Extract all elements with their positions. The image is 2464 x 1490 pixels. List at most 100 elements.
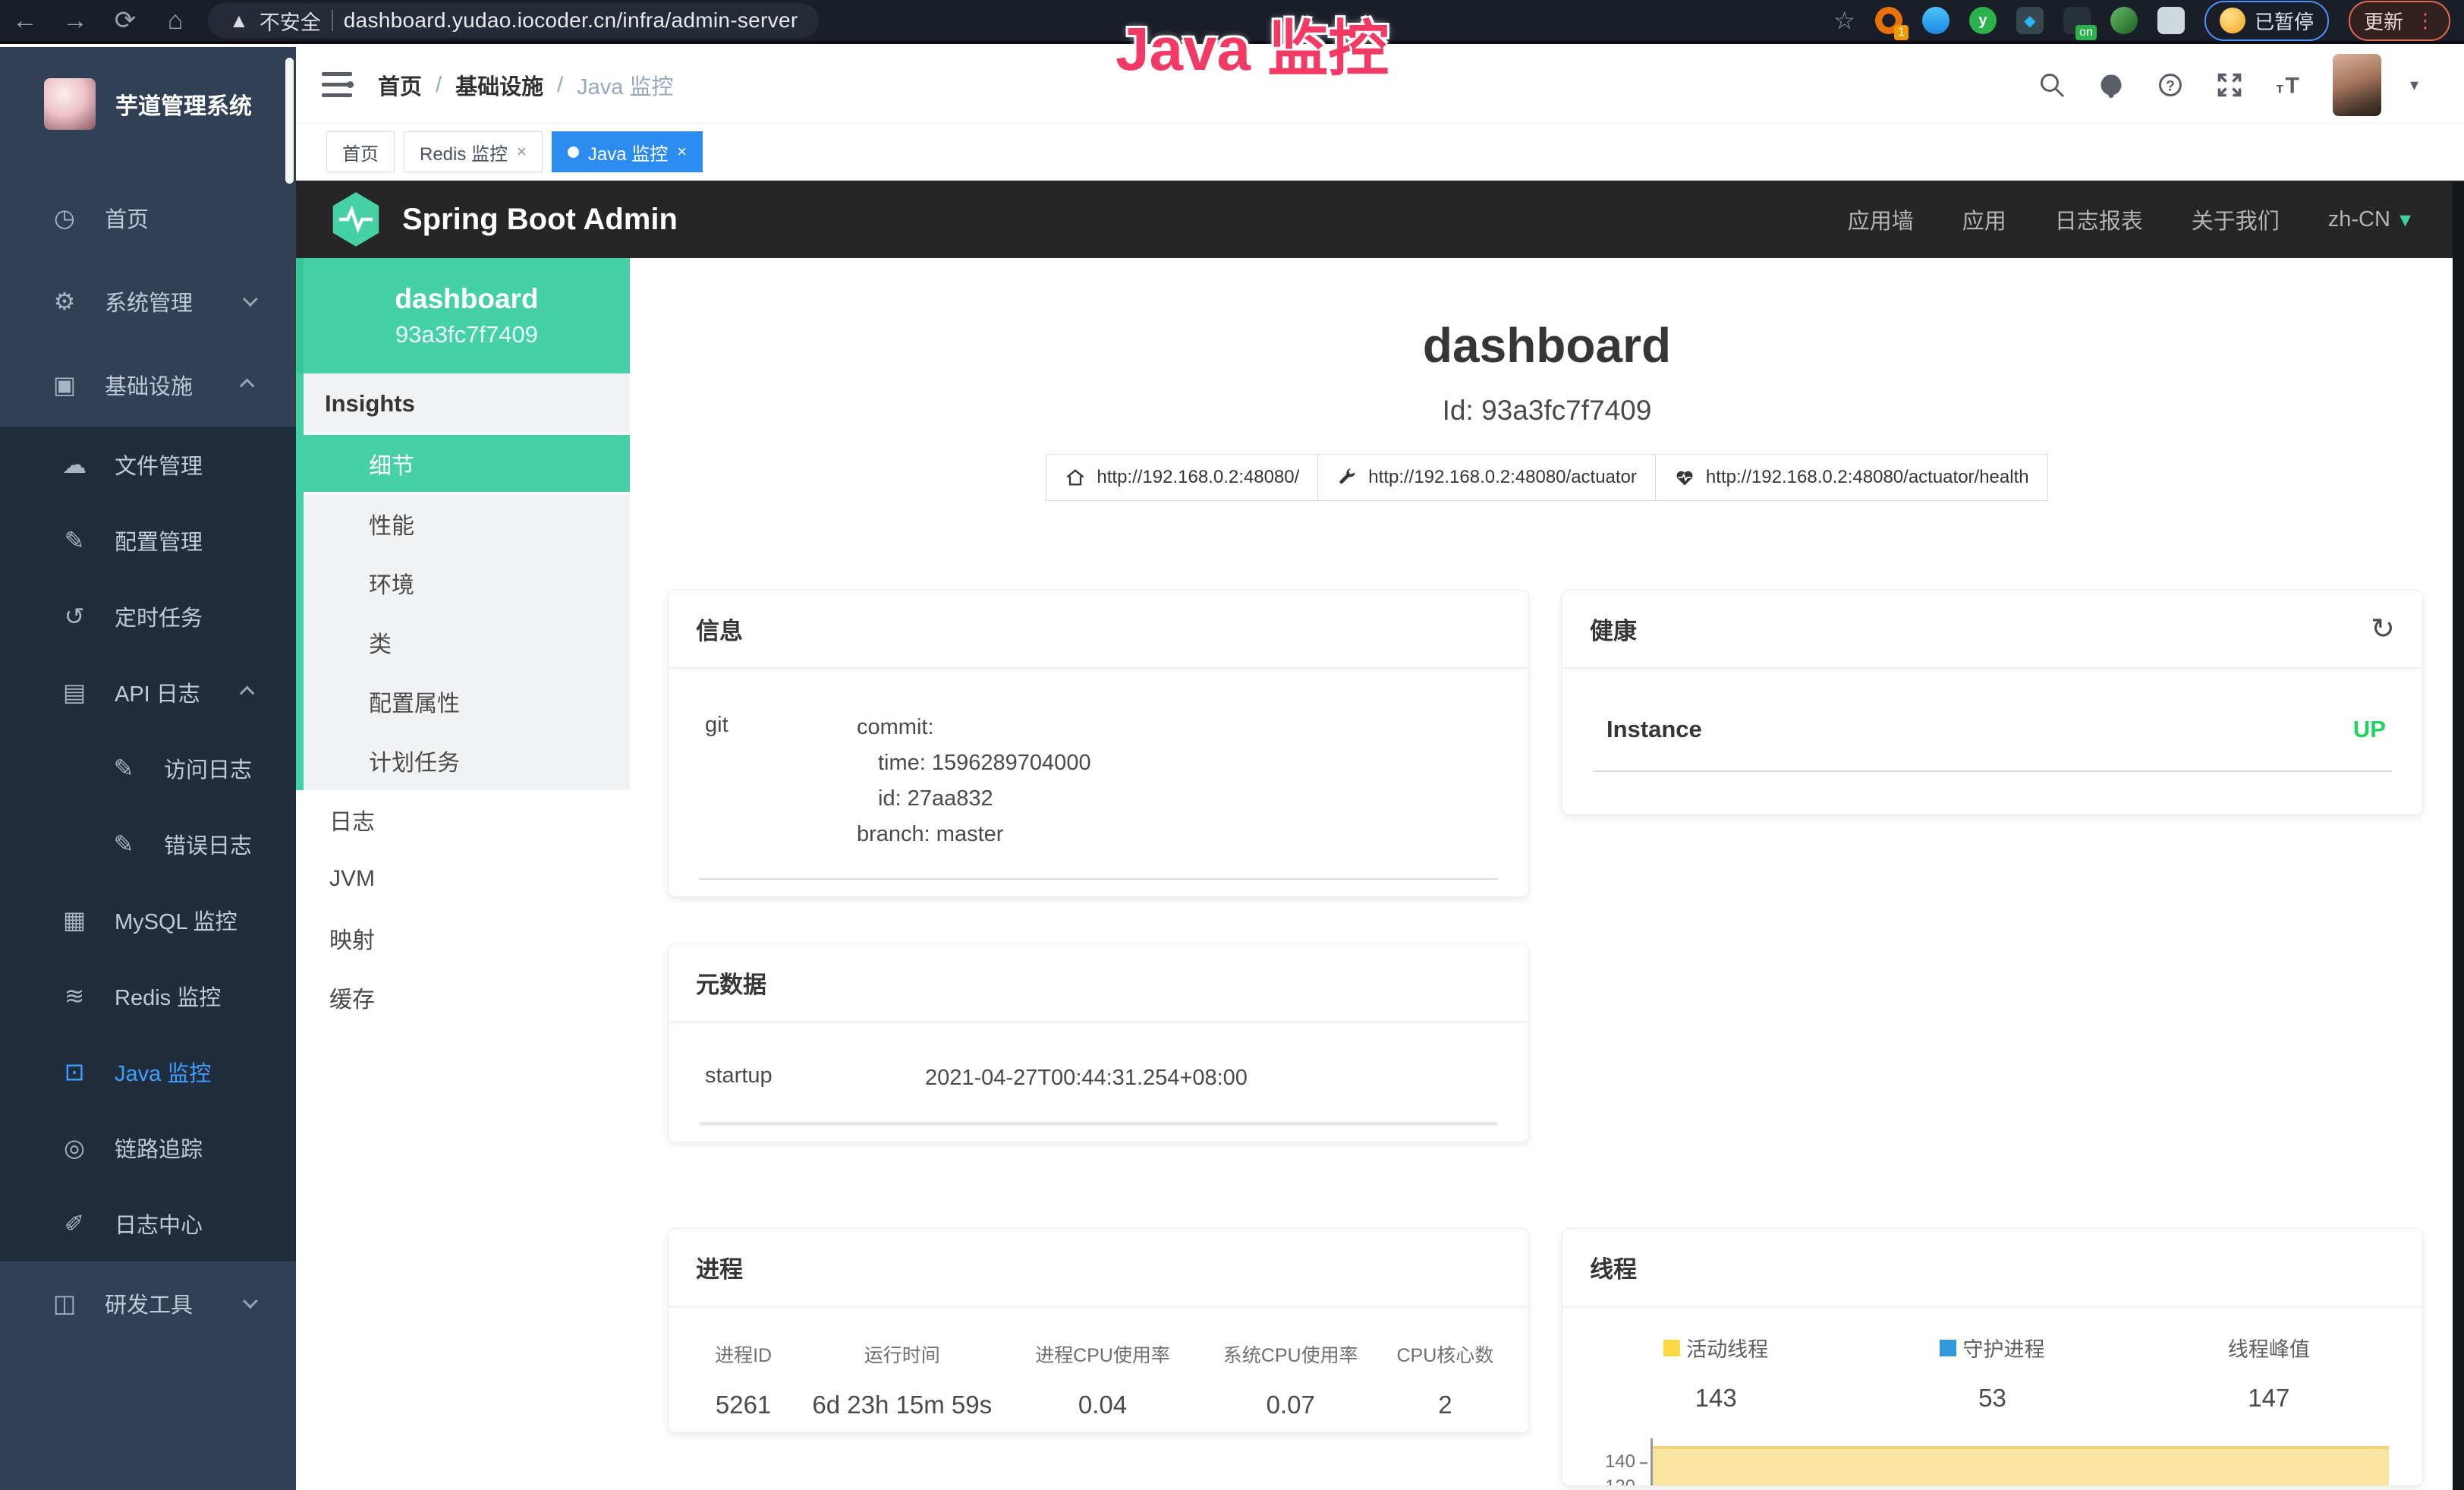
close-icon[interactable]: ×: [517, 142, 527, 162]
sidebar-item-java-monitor[interactable]: ⊡ Java 监控: [0, 1034, 296, 1110]
startup-label: startup: [705, 1060, 925, 1096]
sidebar-item-redis-monitor[interactable]: ≋ Redis 监控: [0, 958, 296, 1034]
sba-tab-mappings[interactable]: 映射: [296, 909, 630, 968]
sidebar-item-scheduled-tasks[interactable]: ↺ 定时任务: [0, 578, 296, 654]
history-icon[interactable]: ↺: [2371, 612, 2395, 646]
page-title: dashboard: [630, 317, 2464, 373]
menu-kebab-icon[interactable]: ⋮: [2415, 9, 2435, 33]
spring-boot-admin: Spring Boot Admin 应用墙 应用 日志报表 关于我们 zh-CN…: [296, 181, 2464, 1490]
endpoint-buttons: http://192.168.0.2:48080/ http://192.168…: [630, 454, 2464, 501]
tab-java-monitor[interactable]: Java 监控 ×: [552, 131, 703, 172]
security-label[interactable]: 不安全: [260, 6, 321, 36]
page-scrollbar[interactable]: [2453, 182, 2464, 1490]
forward-icon[interactable]: →: [50, 0, 100, 41]
extension-y-icon[interactable]: y: [1969, 7, 1997, 34]
sba-brand-title[interactable]: Spring Boot Admin: [402, 203, 678, 237]
status-badge: UP: [2353, 716, 2386, 743]
wrench-icon: [1336, 467, 1358, 488]
app-logo[interactable]: 芋道管理系统: [0, 47, 296, 161]
actuator-url-button[interactable]: http://192.168.0.2:48080/actuator: [1318, 454, 1656, 501]
screen: ← → ⟳ ⌂ ▲ 不安全 dashboard.yudao.iocoder.cn…: [0, 0, 2464, 1490]
breadcrumb-infrastructure[interactable]: 基础设施: [455, 69, 543, 101]
sidebar-item-config-management[interactable]: ✎ 配置管理: [0, 502, 296, 578]
tab-home[interactable]: 首页: [326, 131, 395, 172]
insights-group: Insights 细节 性能 环境 类 配置属性 计划任务: [296, 373, 630, 790]
extension-orange-icon[interactable]: 1: [1875, 7, 1902, 34]
database-icon: ▦: [57, 906, 92, 934]
url-text[interactable]: dashboard.yudao.iocoder.cn/infra/admin-s…: [344, 8, 798, 33]
col-process-cpu: 进程CPU使用率: [998, 1340, 1207, 1368]
app-sidebar: 芋道管理系统 ◷ 首页 ⚙ 系统管理 ▣ 基础设施: [0, 47, 296, 1490]
log-icon: ▤: [57, 678, 92, 707]
sba-tab-metrics[interactable]: 性能: [304, 494, 630, 553]
sba-tab-logs[interactable]: 日志: [296, 790, 630, 849]
extension-pin-icon[interactable]: [1922, 7, 1949, 34]
sidebar-item-log-center[interactable]: ✐ 日志中心: [0, 1186, 296, 1262]
sba-nav-journal[interactable]: 日志报表: [2055, 203, 2143, 235]
extension-badge: 1: [1894, 25, 1909, 40]
sba-nav-wallboard[interactable]: 应用墙: [1848, 203, 1914, 235]
sba-tab-classes[interactable]: 类: [304, 613, 630, 672]
sba-tab-config-props[interactable]: 配置属性: [304, 672, 630, 731]
home-icon[interactable]: ⌂: [150, 0, 200, 41]
locale-select[interactable]: zh-CN ▾: [2328, 206, 2411, 233]
github-icon[interactable]: [2096, 70, 2126, 100]
user-avatar[interactable]: [2333, 54, 2381, 116]
sba-tab-caches[interactable]: 缓存: [296, 968, 630, 1027]
git-label: git: [705, 710, 857, 852]
sidebar-item-dev-tools[interactable]: ◫ 研发工具: [0, 1262, 296, 1345]
sba-nav-about[interactable]: 关于我们: [2192, 203, 2280, 235]
sidebar-item-mysql-monitor[interactable]: ▦ MySQL 监控: [0, 882, 296, 958]
search-icon[interactable]: [2037, 70, 2067, 100]
extension-grid-icon[interactable]: ◆: [2016, 7, 2044, 34]
fullscreen-icon[interactable]: [2214, 70, 2245, 100]
sidebar-item-api-log[interactable]: ▤ API 日志: [0, 654, 296, 730]
font-size-icon[interactable]: тT: [2274, 70, 2304, 100]
extension-leaf-icon[interactable]: [2110, 7, 2138, 34]
service-url-button[interactable]: http://192.168.0.2:48080/: [1046, 454, 1318, 501]
monitor-icon: ▣: [47, 370, 82, 399]
svg-text:T: T: [2285, 74, 2299, 99]
extension-on-icon[interactable]: on: [2063, 7, 2091, 34]
back-icon[interactable]: ←: [0, 0, 50, 41]
sidebar-item-system-management[interactable]: ⚙ 系统管理: [0, 260, 296, 343]
svg-text:?: ?: [2166, 78, 2175, 95]
sidebar-item-infrastructure[interactable]: ▣ 基础设施: [0, 343, 296, 427]
chevron-down-icon: ▾: [2399, 206, 2411, 233]
instance-details-panel: dashboard Id: 93a3fc7f7409 http://192.16…: [630, 258, 2464, 1490]
sidebar-item-home[interactable]: ◷ 首页: [0, 176, 296, 260]
sidebar-item-error-log[interactable]: ✎ 错误日志: [0, 806, 296, 882]
sidebar-item-trace[interactable]: ◎ 链路追踪: [0, 1110, 296, 1186]
sidebar-item-file-management[interactable]: ☁ 文件管理: [0, 427, 296, 502]
val-system-cpu: 0.07: [1207, 1391, 1374, 1419]
sba-tab-details[interactable]: 细节: [304, 435, 630, 494]
close-icon[interactable]: ×: [677, 142, 687, 162]
reload-icon[interactable]: ⟳: [100, 0, 150, 41]
divider: [332, 10, 333, 31]
help-icon[interactable]: ?: [2155, 70, 2186, 100]
breadcrumb: 首页 / 基础设施 / Java 监控: [378, 69, 673, 101]
tab-redis-monitor[interactable]: Redis 监控 ×: [404, 131, 543, 172]
sba-tab-jvm[interactable]: JVM: [296, 849, 630, 909]
threads-chart-plot: [1651, 1438, 2389, 1486]
sidebar-scrollbar-thumb[interactable]: [285, 58, 294, 184]
screen-icon: ⊡: [57, 1057, 92, 1086]
val-uptime: 6d 23h 15m 59s: [806, 1391, 998, 1419]
col-system-cpu: 系统CPU使用率: [1207, 1340, 1374, 1368]
hamburger-icon[interactable]: [322, 72, 352, 98]
address-bar[interactable]: ▲ 不安全 dashboard.yudao.iocoder.cn/infra/a…: [208, 3, 819, 38]
warning-icon: ▲: [229, 9, 249, 33]
extension-puzzle-icon[interactable]: [2157, 7, 2185, 34]
bookmark-star-icon[interactable]: ☆: [1833, 6, 1855, 35]
sba-tab-scheduled-tasks[interactable]: 计划任务: [304, 731, 630, 790]
sba-nav-applications[interactable]: 应用: [1962, 203, 2006, 235]
update-button[interactable]: 更新 ⋮: [2349, 1, 2450, 41]
infrastructure-submenu: ☁ 文件管理 ✎ 配置管理 ↺ 定时任务 ▤ API 日志: [0, 427, 296, 1262]
breadcrumb-home[interactable]: 首页: [378, 69, 422, 101]
paused-chip[interactable]: 已暂停: [2204, 1, 2329, 41]
sba-tab-environment[interactable]: 环境: [304, 553, 630, 613]
user-menu-caret-icon[interactable]: ▾: [2410, 75, 2418, 95]
sidebar-item-access-log[interactable]: ✎ 访问日志: [0, 730, 296, 806]
health-url-button[interactable]: http://192.168.0.2:48080/actuator/health: [1656, 454, 2048, 501]
instance-health-row: Instance UP: [1593, 696, 2392, 772]
